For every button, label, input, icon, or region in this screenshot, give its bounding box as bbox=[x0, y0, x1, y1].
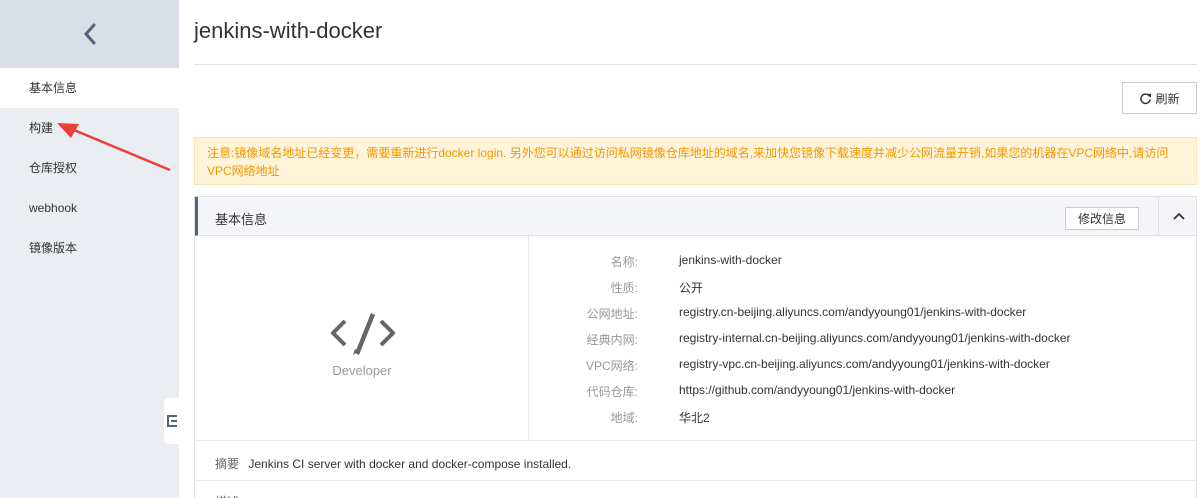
summary-row: 摘要 Jenkins CI server with docker and doc… bbox=[195, 441, 1196, 481]
field-value: 公开 bbox=[679, 281, 704, 295]
back-button[interactable] bbox=[0, 0, 179, 68]
info-row: Developer 名称: jenkins-with-docker 性质: 公开… bbox=[195, 236, 1196, 441]
field-value: registry.cn-beijing.aliyuncs.com/andyyou… bbox=[679, 305, 1027, 319]
chevron-up-icon bbox=[1173, 212, 1185, 220]
field-code-repo: 代码仓库: https://github.com/andyyoung01/jen… bbox=[529, 383, 1196, 403]
field-region: 地域: 华北2 bbox=[529, 409, 1196, 429]
field-value: jenkins-with-docker bbox=[679, 253, 782, 267]
field-label: 地域: bbox=[610, 411, 638, 425]
field-value: registry-vpc.cn-beijing.aliyuncs.com/and… bbox=[679, 357, 1050, 371]
title-divider bbox=[194, 64, 1197, 65]
field-nature: 性质: 公开 bbox=[529, 279, 1196, 299]
sidebar-collapse-handle[interactable] bbox=[164, 398, 179, 444]
refresh-label: 刷新 bbox=[1155, 91, 1180, 106]
field-vpc: VPC网络: registry-vpc.cn-beijing.aliyuncs.… bbox=[529, 357, 1196, 377]
sidebar-item-build[interactable]: 构建 bbox=[0, 108, 179, 148]
refresh-button[interactable]: 刷新 bbox=[1122, 82, 1197, 114]
summary-value: Jenkins CI server with docker and docker… bbox=[248, 457, 572, 471]
field-name: 名称: jenkins-with-docker bbox=[529, 253, 1196, 273]
field-classic-intranet: 经典内网: registry-internal.cn-beijing.aliyu… bbox=[529, 331, 1196, 351]
notice-banner: 注意:镜像域名地址已经变更，需要重新进行docker login. 另外您可以通… bbox=[194, 137, 1197, 185]
field-label: VPC网络: bbox=[585, 359, 638, 373]
field-value: registry-internal.cn-beijing.aliyuncs.co… bbox=[679, 331, 1071, 345]
field-label: 经典内网: bbox=[586, 333, 638, 347]
field-label: 公网地址: bbox=[586, 307, 638, 321]
panel-collapse-toggle[interactable] bbox=[1158, 197, 1199, 235]
field-public-address: 公网地址: registry.cn-beijing.aliyuncs.com/a… bbox=[529, 305, 1196, 325]
field-label: 名称: bbox=[610, 255, 638, 269]
collapse-menu-icon bbox=[166, 415, 177, 427]
summary-label: 摘要 bbox=[215, 457, 240, 471]
sidebar-item-repo-auth[interactable]: 仓库授权 bbox=[0, 148, 179, 188]
repo-logo-box: Developer bbox=[195, 236, 529, 441]
field-value: https://github.com/andyyoung01/jenkins-w… bbox=[679, 383, 956, 397]
chevron-left-icon bbox=[83, 23, 95, 45]
description-label: 描述 bbox=[215, 493, 239, 498]
logo-caption: Developer bbox=[332, 363, 392, 378]
field-label: 性质: bbox=[610, 281, 638, 295]
edit-info-button[interactable]: 修改信息 bbox=[1065, 207, 1139, 230]
panel-header: 基本信息 修改信息 bbox=[195, 197, 1196, 236]
code-pencil-icon bbox=[331, 313, 395, 355]
panel-title: 基本信息 bbox=[215, 212, 268, 227]
sidebar-item-webhook[interactable]: webhook bbox=[0, 188, 179, 228]
sidebar-item-image-versions[interactable]: 镜像版本 bbox=[0, 228, 179, 268]
field-value: 华北2 bbox=[679, 411, 710, 425]
field-label: 代码仓库: bbox=[586, 385, 638, 399]
sidebar: 基本信息 构建 仓库授权 webhook 镜像版本 bbox=[0, 0, 179, 498]
basic-info-panel: 基本信息 修改信息 Developer 名称: jenkins-with-doc… bbox=[194, 196, 1197, 498]
refresh-icon bbox=[1140, 92, 1152, 104]
page-title: jenkins-with-docker bbox=[194, 18, 383, 43]
sidebar-item-basic-info[interactable]: 基本信息 bbox=[0, 68, 179, 108]
info-fields: 名称: jenkins-with-docker 性质: 公开 公网地址: reg… bbox=[529, 236, 1196, 441]
